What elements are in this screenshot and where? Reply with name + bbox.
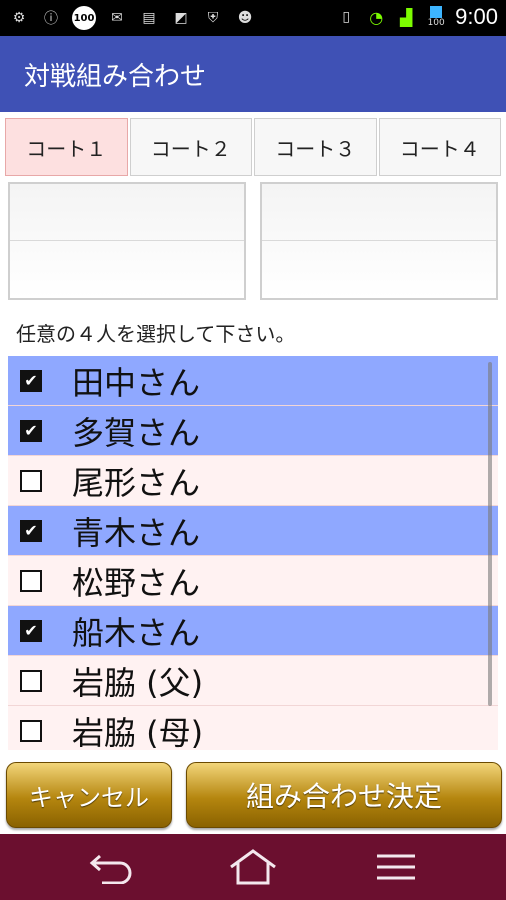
badge-100-icon: 100 bbox=[72, 6, 96, 30]
tab-court-2[interactable]: コート２ bbox=[129, 118, 252, 176]
page-title: 対戦組み合わせ bbox=[24, 62, 207, 92]
checkbox[interactable] bbox=[20, 469, 42, 492]
list-item[interactable]: ✔ 船木さん bbox=[8, 605, 498, 655]
court-tabs: コート１ コート２ コート３ コート４ bbox=[0, 118, 506, 176]
signal-icon: ▟ bbox=[400, 7, 413, 27]
player-name: 岩脇 (母) bbox=[72, 713, 204, 751]
list-item[interactable]: 岩脇 (父) bbox=[8, 655, 498, 705]
team-a-slot-1 bbox=[10, 184, 244, 241]
app-bar: 対戦組み合わせ bbox=[0, 36, 506, 112]
cancel-button[interactable]: キャンセル bbox=[6, 762, 172, 828]
tab-court-4[interactable]: コート４ bbox=[378, 118, 501, 176]
tab-court-1[interactable]: コート１ bbox=[5, 118, 128, 176]
checkbox[interactable] bbox=[20, 719, 42, 742]
android-icon: ☻ bbox=[237, 10, 253, 26]
list-item[interactable]: 岩脇 (母) bbox=[8, 705, 498, 750]
check-icon: ✔ bbox=[24, 620, 38, 640]
wifi-icon: ◔ bbox=[369, 7, 384, 27]
status-left-icons: ⚙ ⓘ 100 ✉ ▤ ◩ ⛨ ☻ bbox=[8, 6, 256, 30]
tab-court-3[interactable]: コート３ bbox=[254, 118, 377, 176]
menu-icon[interactable] bbox=[366, 842, 426, 892]
team-b-box bbox=[260, 182, 498, 300]
list-item[interactable]: 尾形さん bbox=[8, 455, 498, 505]
player-name: 田中さん bbox=[72, 363, 201, 402]
team-a-slot-2 bbox=[10, 241, 244, 298]
info-icon: ⓘ bbox=[44, 11, 58, 27]
checkbox[interactable]: ✔ bbox=[20, 369, 42, 392]
checkbox[interactable] bbox=[20, 669, 42, 692]
photo-icon: ◩ bbox=[174, 10, 188, 26]
team-b-slot-2 bbox=[262, 241, 496, 298]
list-item[interactable]: ✔ 多賀さん bbox=[8, 405, 498, 455]
battery-icon: 100 bbox=[425, 6, 447, 28]
checkbox[interactable]: ✔ bbox=[20, 619, 42, 642]
player-name: 岩脇 (父) bbox=[72, 663, 204, 702]
list-item[interactable]: 松野さん bbox=[8, 555, 498, 605]
check-icon: ✔ bbox=[24, 370, 38, 390]
player-name: 尾形さん bbox=[72, 463, 201, 502]
calendar-icon: ▤ bbox=[142, 10, 156, 26]
list-scrollbar[interactable] bbox=[488, 362, 492, 706]
mail-icon: ✉ bbox=[111, 10, 123, 26]
home-icon[interactable] bbox=[223, 842, 283, 892]
player-name: 青木さん bbox=[72, 513, 201, 552]
status-bar: ⚙ ⓘ 100 ✉ ▤ ◩ ⛨ ☻ ▯ ◔ ▟ 100 9:00 bbox=[0, 0, 506, 36]
team-a-box bbox=[8, 182, 246, 300]
confirm-pairing-button[interactable]: 組み合わせ決定 bbox=[186, 762, 502, 828]
list-item[interactable]: ✔ 青木さん bbox=[8, 505, 498, 555]
android-settings-icon: ⚙ bbox=[12, 10, 26, 26]
player-list: ✔ 田中さん ✔ 多賀さん 尾形さん ✔ 青木さん 松野さん ✔ 船木さん 岩脇… bbox=[8, 356, 498, 750]
checkbox[interactable]: ✔ bbox=[20, 519, 42, 542]
battery-label: 100 bbox=[427, 18, 445, 28]
shield-icon: ⛨ bbox=[207, 10, 219, 26]
instruction-text: 任意の４人を選択して下さい。 bbox=[16, 322, 296, 346]
player-name: 松野さん bbox=[72, 563, 201, 602]
player-name: 船木さん bbox=[72, 613, 201, 652]
back-icon[interactable] bbox=[80, 842, 140, 892]
checkbox[interactable]: ✔ bbox=[20, 419, 42, 442]
status-right-icons: ▯ ◔ ▟ 100 9:00 bbox=[335, 4, 498, 30]
list-item[interactable]: ✔ 田中さん bbox=[8, 356, 498, 405]
check-icon: ✔ bbox=[24, 520, 38, 540]
navigation-bar bbox=[0, 834, 506, 900]
player-name: 多賀さん bbox=[72, 413, 201, 452]
vibrate-icon: ▯ bbox=[342, 9, 351, 25]
checkbox[interactable] bbox=[20, 569, 42, 592]
team-b-slot-1 bbox=[262, 184, 496, 241]
clock: 9:00 bbox=[455, 4, 498, 29]
check-icon: ✔ bbox=[24, 420, 38, 440]
